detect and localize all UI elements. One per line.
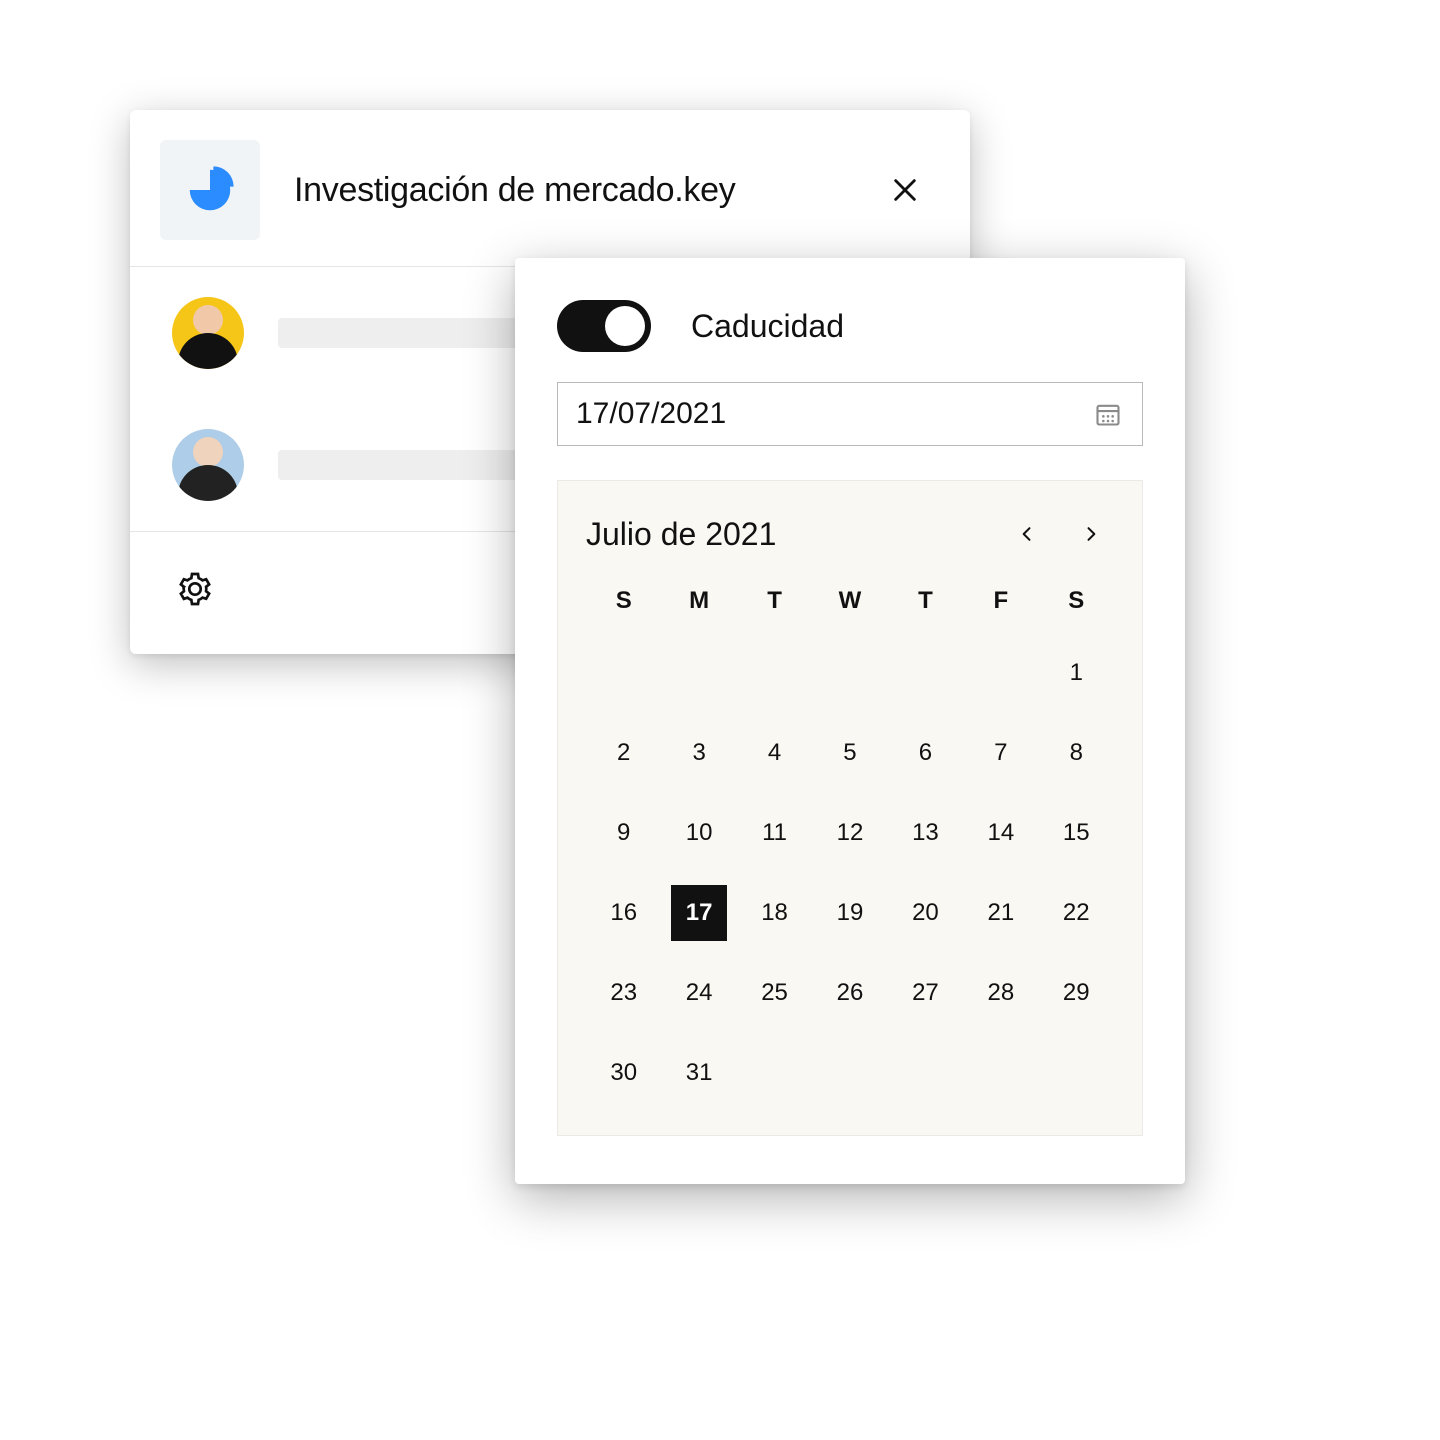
expiration-toggle[interactable] (557, 300, 651, 352)
calendar-day[interactable]: 31 (671, 1045, 727, 1101)
calendar-day[interactable]: 5 (822, 725, 878, 781)
calendar-day[interactable]: 15 (1048, 805, 1104, 861)
calendar-day[interactable]: 16 (596, 885, 652, 941)
settings-button[interactable] (172, 566, 218, 612)
toggle-knob (605, 306, 645, 346)
calendar-day[interactable]: 11 (747, 805, 803, 861)
calendar-day[interactable]: 19 (822, 885, 878, 941)
calendar-day[interactable]: 24 (671, 965, 727, 1021)
calendar-dow: W (812, 575, 887, 633)
placeholder-line (278, 318, 518, 348)
file-title: Investigación de mercado.key (294, 171, 880, 210)
calendar-day[interactable]: 2 (596, 725, 652, 781)
chevron-left-icon (1017, 524, 1037, 544)
close-button[interactable] (880, 165, 930, 215)
calendar-day-empty (897, 645, 953, 701)
calendar-dow: S (1039, 575, 1114, 633)
calendar-dow: F (963, 575, 1038, 633)
calendar-day[interactable]: 17 (671, 885, 727, 941)
calendar-day[interactable]: 26 (822, 965, 878, 1021)
gear-icon (177, 571, 213, 607)
calendar-day[interactable]: 23 (596, 965, 652, 1021)
chevron-right-icon (1081, 524, 1101, 544)
calendar-day[interactable]: 4 (747, 725, 803, 781)
calendar-day[interactable]: 6 (897, 725, 953, 781)
calendar-day[interactable]: 18 (747, 885, 803, 941)
calendar-day[interactable]: 13 (897, 805, 953, 861)
calendar-dow: M (661, 575, 736, 633)
calendar: Julio de 2021 SMTWTFS 123456789101112131… (557, 480, 1143, 1136)
calendar-day[interactable]: 22 (1048, 885, 1104, 941)
calendar-icon (1094, 400, 1122, 428)
calendar-day-empty (596, 645, 652, 701)
calendar-day[interactable]: 30 (596, 1045, 652, 1101)
calendar-day[interactable]: 28 (973, 965, 1029, 1021)
calendar-day-empty (747, 645, 803, 701)
pie-chart-icon (183, 163, 237, 217)
calendar-day-empty (973, 645, 1029, 701)
expiration-toggle-row: Caducidad (557, 300, 1143, 352)
calendar-day[interactable]: 3 (671, 725, 727, 781)
calendar-day[interactable]: 7 (973, 725, 1029, 781)
close-icon (891, 176, 919, 204)
calendar-day[interactable]: 29 (1048, 965, 1104, 1021)
calendar-day[interactable]: 12 (822, 805, 878, 861)
calendar-day[interactable]: 20 (897, 885, 953, 941)
avatar (172, 297, 244, 369)
avatar (172, 429, 244, 501)
calendar-next-button[interactable] (1068, 511, 1114, 557)
calendar-day[interactable]: 10 (671, 805, 727, 861)
calendar-day[interactable]: 27 (897, 965, 953, 1021)
calendar-day[interactable]: 14 (973, 805, 1029, 861)
calendar-day-empty (671, 645, 727, 701)
file-icon (160, 140, 260, 240)
calendar-days-grid: 1234567891011121314151617181920212223242… (586, 633, 1114, 1113)
calendar-day[interactable]: 21 (973, 885, 1029, 941)
calendar-day-empty (822, 645, 878, 701)
calendar-day[interactable]: 1 (1048, 645, 1104, 701)
calendar-month-label: Julio de 2021 (586, 516, 1004, 553)
calendar-dow: T (737, 575, 812, 633)
expiration-panel: Caducidad 17/07/2021 Julio de 2021 (515, 258, 1185, 1184)
expiration-label: Caducidad (691, 308, 844, 345)
calendar-day[interactable]: 9 (596, 805, 652, 861)
calendar-day[interactable]: 25 (747, 965, 803, 1021)
calendar-header: Julio de 2021 (586, 511, 1114, 557)
expiration-date-value: 17/07/2021 (576, 397, 1092, 431)
calendar-day[interactable]: 8 (1048, 725, 1104, 781)
calendar-dow: S (586, 575, 661, 633)
share-header: Investigación de mercado.key (130, 110, 970, 266)
open-calendar-button[interactable] (1092, 398, 1124, 430)
calendar-dow-row: SMTWTFS (586, 575, 1114, 633)
calendar-prev-button[interactable] (1004, 511, 1050, 557)
calendar-dow: T (888, 575, 963, 633)
expiration-date-field[interactable]: 17/07/2021 (557, 382, 1143, 446)
